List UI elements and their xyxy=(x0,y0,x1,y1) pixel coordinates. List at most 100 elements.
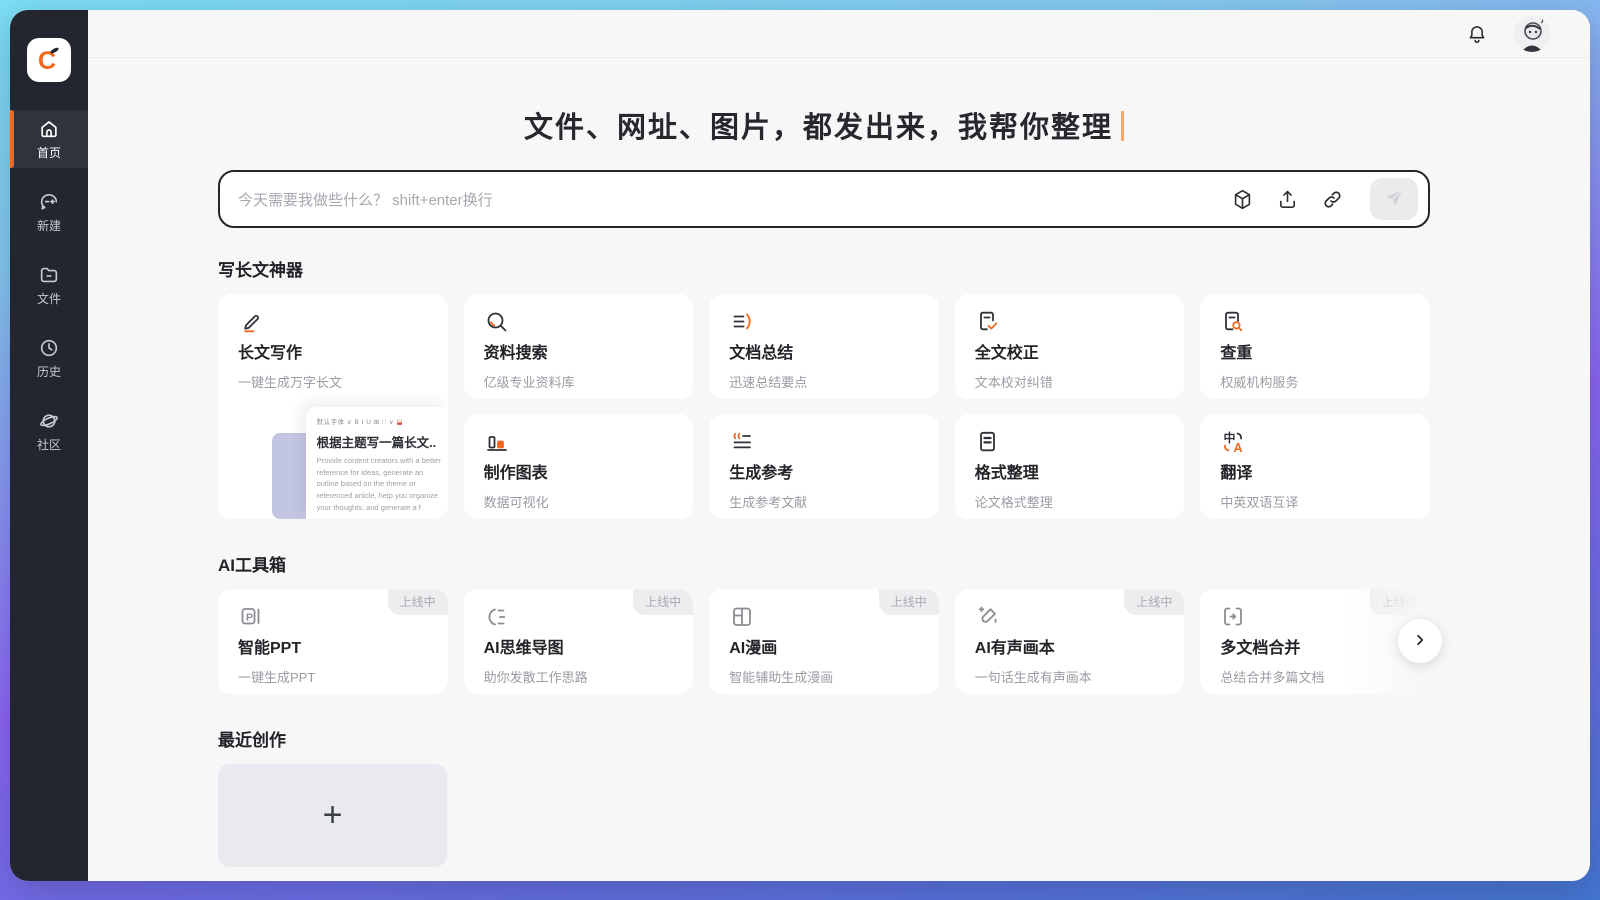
card-subtitle: 总结合并多篇文档 xyxy=(1220,667,1410,686)
app-logo[interactable]: C xyxy=(27,38,71,82)
prompt-placeholder: 今天需要我做些什么？ shift+enter换行 xyxy=(238,189,1231,210)
sidebar-item-files[interactable]: 文件 xyxy=(10,256,88,314)
feature-card-翻译[interactable]: 中A 翻译 中英双语互译 xyxy=(1200,414,1430,519)
notification-bell-icon[interactable] xyxy=(1466,23,1488,45)
preview-toolbar: 默认字体 ∨ B I U ⊞ ∷ ∨ ⬓ xyxy=(317,416,448,426)
card-subtitle: 一键生成万字长文 xyxy=(238,372,428,391)
translate-icon: 中A xyxy=(1220,429,1410,455)
section-title: 最近创作 xyxy=(218,726,1430,751)
new-creation-card[interactable]: + xyxy=(218,764,447,867)
section-recent-creations: 最近创作 + 新建文件 xyxy=(218,726,1430,881)
feature-card-长文写作[interactable]: 长文写作 一键生成万字长文 默认字体 ∨ B I U ⊞ ∷ ∨ ⬓ 根据主题写… xyxy=(218,294,448,519)
brand-c-icon: C xyxy=(32,43,66,77)
link-icon[interactable] xyxy=(1321,188,1344,211)
feature-card-智能PPT[interactable]: 上线中 P 智能PPT 一键生成PPT xyxy=(218,589,448,694)
card-title: 查重 xyxy=(1220,339,1410,363)
card-title: AI思维导图 xyxy=(484,634,674,658)
pencil-icon xyxy=(238,309,428,335)
search-icon xyxy=(484,309,674,335)
section-longform-tools: 写长文神器 长文写作 一键生成万字长文 默认字体 ∨ B I U ⊞ ∷ ∨ ⬓… xyxy=(218,256,1430,519)
prompt-input-box[interactable]: 今天需要我做些什么？ shift+enter换行 xyxy=(218,170,1430,228)
feature-card-资料搜索[interactable]: 资料搜索 亿级专业资料库 xyxy=(464,294,694,399)
preview-document: 默认字体 ∨ B I U ⊞ ∷ ∨ ⬓ 根据主题写一篇长文.. Provide… xyxy=(306,407,448,519)
card-subtitle: 数据可视化 xyxy=(484,492,674,511)
sidebar-nav: 首页 新建 文件 历史 社区 xyxy=(10,110,88,475)
sidebar-item-label: 新建 xyxy=(37,217,61,234)
svg-text:P: P xyxy=(246,612,253,624)
card-title: 多文档合并 xyxy=(1220,634,1410,658)
longform-preview: 默认字体 ∨ B I U ⊞ ∷ ∨ ⬓ 根据主题写一篇长文.. Provide… xyxy=(272,401,448,519)
card-subtitle: 生成参考文献 xyxy=(729,492,919,511)
card-title: AI漫画 xyxy=(729,634,919,658)
feature-card-AI漫画[interactable]: 上线中 AI漫画 智能辅助生成漫画 xyxy=(709,589,939,694)
sidebar-item-new[interactable]: 新建 xyxy=(10,183,88,241)
feature-card-多文档合并[interactable]: 上线中 多文档合并 总结合并多篇文档 xyxy=(1200,589,1430,694)
send-plane-icon xyxy=(1382,186,1406,213)
card-title: 长文写作 xyxy=(238,339,428,363)
card-title: 文档总结 xyxy=(729,339,919,363)
card-title: 生成参考 xyxy=(729,459,919,483)
section-title: AI工具箱 xyxy=(218,551,1430,576)
feature-card-生成参考[interactable]: 生成参考 生成参考文献 xyxy=(709,414,939,519)
svg-text:A: A xyxy=(1234,441,1243,455)
sidebar-item-home[interactable]: 首页 xyxy=(10,110,88,168)
status-badge: 上线中 xyxy=(388,589,448,615)
section-title: 写长文神器 xyxy=(218,256,1430,281)
feature-card-查重[interactable]: 查重 权威机构服务 xyxy=(1200,294,1430,399)
status-badge: 上线中 xyxy=(879,589,939,615)
app-window: C 首页 新建 文件 历史 社区 xyxy=(10,10,1590,881)
sidebar: C 首页 新建 文件 历史 社区 xyxy=(10,10,88,881)
upload-icon[interactable] xyxy=(1276,188,1299,211)
planet-icon xyxy=(38,410,60,432)
card-title: 资料搜索 xyxy=(484,339,674,363)
composer-icons xyxy=(1231,178,1418,220)
sidebar-item-history[interactable]: 历史 xyxy=(10,329,88,387)
card-subtitle: 助你发散工作思路 xyxy=(484,667,674,686)
main-area: 文件、网址、图片，都发出来，我帮你整理 今天需要我做些什么？ shift+ent… xyxy=(88,10,1590,881)
sidebar-item-label: 首页 xyxy=(37,144,61,161)
sidebar-item-label: 历史 xyxy=(37,363,61,380)
card-title: 全文校正 xyxy=(975,339,1165,363)
plus-icon: + xyxy=(323,796,343,835)
status-badge: 上线中 xyxy=(633,589,693,615)
feature-card-全文校正[interactable]: 全文校正 文本校对纠错 xyxy=(955,294,1185,399)
card-subtitle: 文本校对纠错 xyxy=(975,372,1165,391)
send-button[interactable] xyxy=(1370,178,1418,220)
page-title: 文件、网址、图片，都发出来，我帮你整理 xyxy=(218,104,1430,146)
sidebar-item-label: 文件 xyxy=(37,290,61,307)
status-badge: 上线中 xyxy=(1124,589,1184,615)
plagiarism-icon xyxy=(1220,309,1410,335)
card-subtitle: 智能辅助生成漫画 xyxy=(729,667,919,686)
carousel-next-button[interactable] xyxy=(1398,619,1442,663)
proofread-icon xyxy=(975,309,1165,335)
status-badge: 上线中 xyxy=(1370,589,1430,615)
home-icon xyxy=(38,118,60,140)
feature-card-制作图表[interactable]: 制作图表 数据可视化 xyxy=(464,414,694,519)
folder-icon xyxy=(38,264,60,286)
chat-plus-icon xyxy=(38,191,60,213)
feature-card-格式整理[interactable]: 格式整理 论文格式整理 xyxy=(955,414,1185,519)
card-title: 制作图表 xyxy=(484,459,674,483)
sidebar-item-label: 社区 xyxy=(37,436,61,453)
clock-icon xyxy=(38,337,60,359)
card-subtitle: 论文格式整理 xyxy=(975,492,1165,511)
reference-icon xyxy=(729,429,919,455)
top-bar xyxy=(88,10,1590,58)
page-content: 文件、网址、图片，都发出来，我帮你整理 今天需要我做些什么？ shift+ent… xyxy=(88,58,1590,881)
preview-doc-body: Provide content creators with a better r… xyxy=(317,455,445,513)
card-title: 翻译 xyxy=(1220,459,1410,483)
card-title: AI有声画本 xyxy=(975,634,1165,658)
feature-card-AI有声画本[interactable]: 上线中 AI有声画本 一句话生成有声画本 xyxy=(955,589,1185,694)
sidebar-item-community[interactable]: 社区 xyxy=(10,402,88,460)
chevron-right-icon xyxy=(1411,631,1429,652)
cube-icon[interactable] xyxy=(1231,188,1254,211)
summary-icon xyxy=(729,309,919,335)
chart-icon xyxy=(484,429,674,455)
user-avatar[interactable] xyxy=(1514,16,1550,52)
card-subtitle: 一键生成PPT xyxy=(238,667,428,686)
feature-card-AI思维导图[interactable]: 上线中 AI思维导图 助你发散工作思路 xyxy=(464,589,694,694)
card-subtitle: 权威机构服务 xyxy=(1220,372,1410,391)
feature-card-文档总结[interactable]: 文档总结 迅速总结要点 xyxy=(709,294,939,399)
format-icon xyxy=(975,429,1165,455)
card-title: 格式整理 xyxy=(975,459,1165,483)
